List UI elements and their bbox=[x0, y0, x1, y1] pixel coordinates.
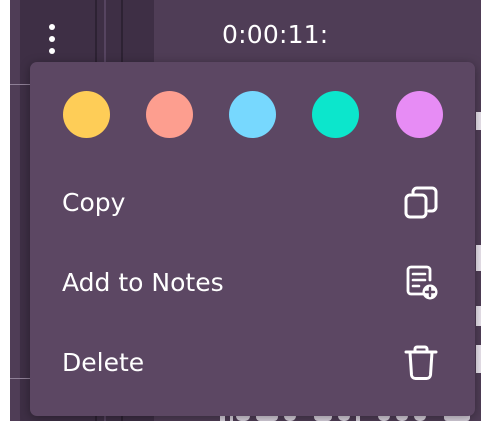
color-swatch-teal[interactable] bbox=[312, 91, 359, 138]
menu-item-label: Delete bbox=[62, 348, 145, 377]
segment-context-menu: Copy Add to Notes Delete bbox=[30, 62, 475, 416]
color-swatch-violet[interactable] bbox=[396, 91, 443, 138]
color-swatch-yellow[interactable] bbox=[63, 91, 110, 138]
screen: 0:00:11: Copy Add to Notes Delete bbox=[0, 0, 481, 421]
menu-item-add-to-notes[interactable]: Add to Notes bbox=[30, 252, 475, 314]
menu-item-label: Add to Notes bbox=[62, 268, 224, 297]
color-swatch-sky-blue[interactable] bbox=[229, 91, 276, 138]
text-fragment bbox=[476, 345, 481, 373]
menu-item-label: Copy bbox=[62, 188, 126, 217]
text-fragment bbox=[476, 112, 481, 130]
segment-timestamp: 0:00:11: bbox=[222, 20, 329, 49]
divider bbox=[10, 84, 30, 85]
trash-icon bbox=[404, 345, 438, 381]
more-options-icon[interactable] bbox=[45, 22, 59, 56]
copy-icon bbox=[404, 186, 438, 219]
menu-item-delete[interactable]: Delete bbox=[30, 332, 475, 394]
text-fragment bbox=[476, 245, 481, 271]
divider bbox=[10, 378, 30, 379]
add-note-icon bbox=[406, 265, 438, 300]
color-swatch-salmon[interactable] bbox=[146, 91, 193, 138]
menu-item-copy[interactable]: Copy bbox=[30, 172, 475, 234]
text-fragment bbox=[476, 306, 481, 326]
